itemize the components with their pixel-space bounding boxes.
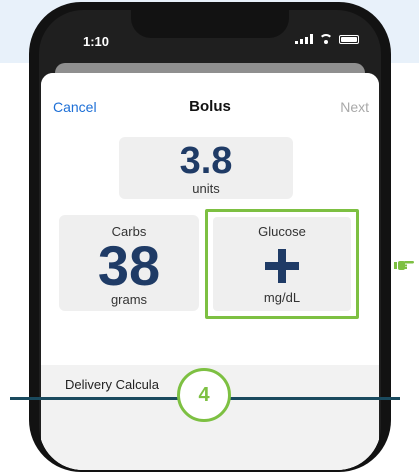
carbs-card[interactable]: Carbs 38 grams: [59, 215, 199, 311]
insulin-value: 3.8: [179, 140, 233, 182]
delivery-calculation-label: Delivery Calcula: [65, 377, 159, 392]
wifi-icon: [319, 34, 333, 44]
page-title: Bolus: [189, 98, 231, 115]
nav-bar: Cancel Bolus Next: [41, 73, 379, 129]
glucose-highlight: Glucose mg/dL: [205, 209, 359, 319]
insulin-unit-label: units: [192, 181, 220, 196]
pointing-hand-icon: [394, 261, 414, 270]
step-number-badge: 4: [177, 368, 231, 422]
status-icons: [295, 34, 359, 44]
signal-icon: [295, 34, 313, 44]
status-time: 1:10: [83, 34, 110, 49]
glucose-label: Glucose: [258, 224, 306, 239]
insulin-units-card[interactable]: 3.8 units: [119, 137, 293, 199]
glucose-card[interactable]: Glucose mg/dL: [213, 217, 351, 311]
next-button[interactable]: Next: [340, 99, 369, 115]
plus-icon: [265, 249, 299, 283]
carbs-value: 38: [97, 234, 161, 297]
glucose-unit-label: mg/dL: [263, 290, 301, 305]
phone-notch: [131, 10, 289, 38]
carbs-unit-label: grams: [110, 292, 148, 307]
battery-icon: [339, 34, 359, 44]
